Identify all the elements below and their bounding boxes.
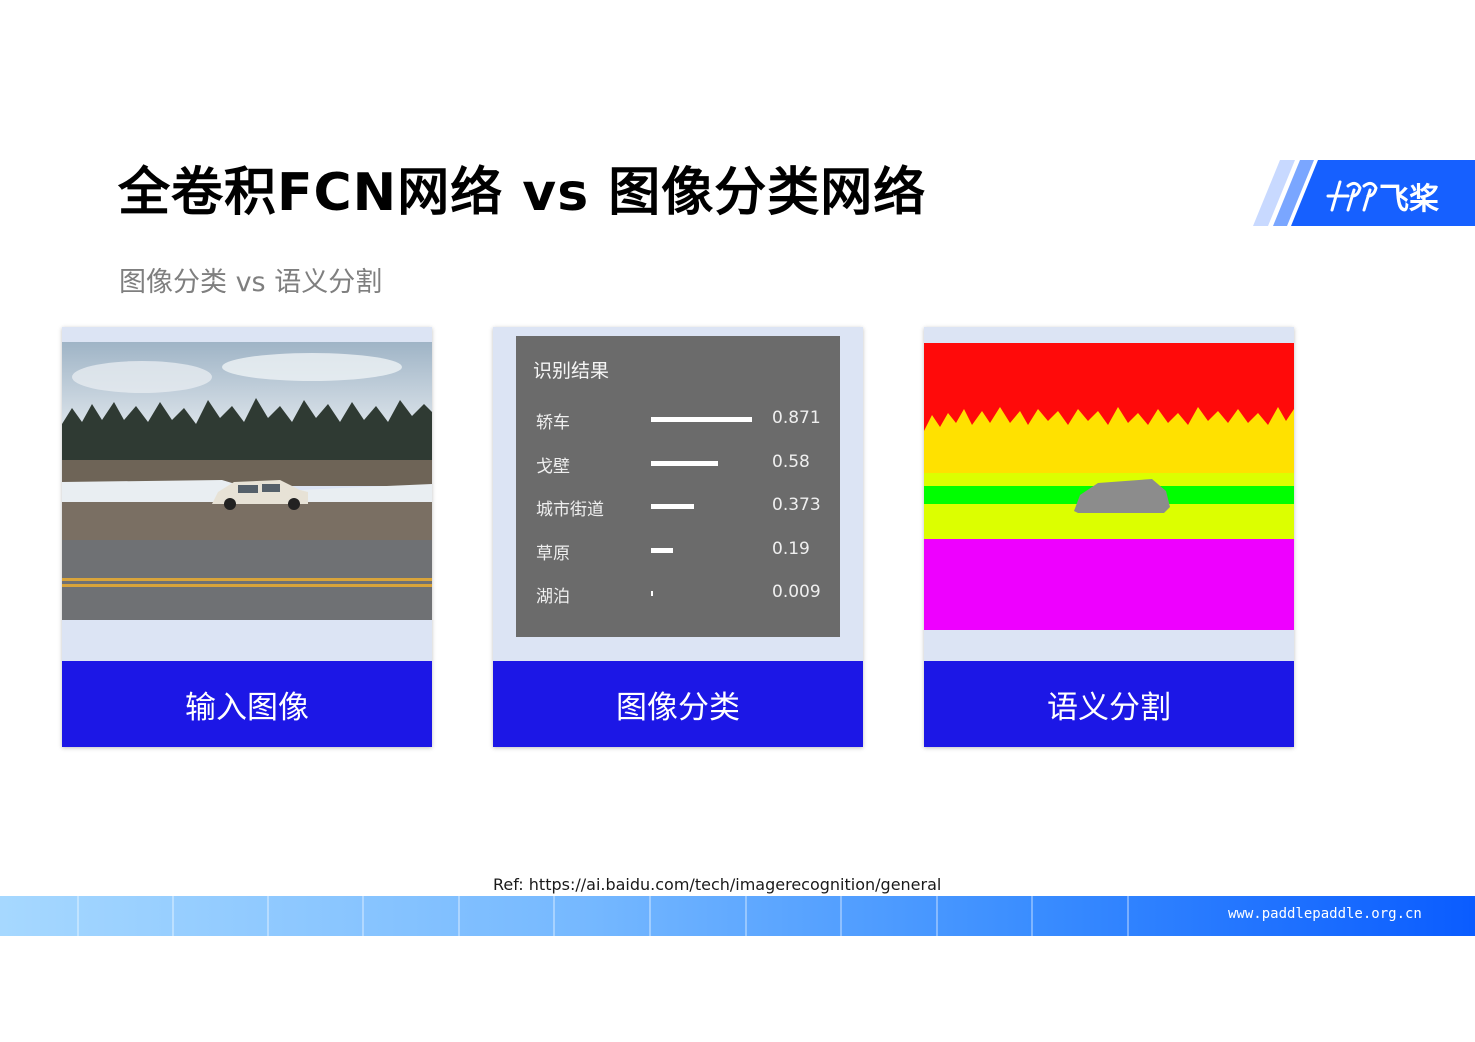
panel-classification: 识别结果 轿车 0.871 戈壁 0.58 城市街道 0.373 草原 0.19 湖泊 0.009… <box>493 327 863 747</box>
result-label: 湖泊 <box>536 587 570 607</box>
result-score: 0.871 <box>772 408 821 428</box>
footer-band: www.paddlepaddle.org.cn <box>0 896 1475 936</box>
result-row: 湖泊 0.009 <box>516 582 840 607</box>
result-bar <box>651 460 718 466</box>
result-bar <box>651 591 653 596</box>
result-score: 0.009 <box>772 582 821 602</box>
result-score: 0.373 <box>772 495 821 515</box>
result-row: 轿车 0.871 <box>516 408 840 433</box>
panel-segmentation: 语义分割 <box>924 327 1294 747</box>
result-label: 草原 <box>536 543 570 564</box>
footer-url[interactable]: www.paddlepaddle.org.cn <box>1228 906 1422 922</box>
panel-input-image: 输入图像 <box>62 327 432 747</box>
result-row: 戈壁 0.58 <box>516 451 840 477</box>
recognition-result-box: 识别结果 轿车 0.871 戈壁 0.58 城市街道 0.373 草原 0.19 湖泊 0.009 <box>516 336 840 637</box>
result-row: 城市街道 0.373 <box>516 495 840 520</box>
result-bar <box>651 547 673 553</box>
result-label: 城市街道 <box>536 500 604 520</box>
result-bar <box>651 504 694 509</box>
input-photo <box>62 342 432 620</box>
panel-label-input: 输入图像 <box>62 661 432 747</box>
segmentation-map <box>924 343 1294 630</box>
result-row: 草原 0.19 <box>516 538 840 564</box>
panel-label-segmentation: 语义分割 <box>924 661 1294 747</box>
logo-text: 飞桨 <box>1379 182 1439 217</box>
result-score: 0.19 <box>772 538 810 559</box>
reference-link[interactable]: Ref: https://ai.baidu.com/tech/imagereco… <box>493 875 941 894</box>
result-label: 轿车 <box>536 413 570 433</box>
result-score: 0.58 <box>772 451 810 472</box>
page-title: 全卷积FCN网络 vs 图像分类网络 <box>118 163 927 223</box>
result-label: 戈壁 <box>536 456 570 477</box>
paddle-logo: 飞桨 <box>1250 160 1475 226</box>
logo-banner-icon <box>1253 160 1475 226</box>
page-subtitle: 图像分类 vs 语义分割 <box>119 267 383 298</box>
panel-label-classification: 图像分类 <box>493 661 863 747</box>
result-bar <box>651 417 752 422</box>
result-title: 识别结果 <box>533 360 610 382</box>
